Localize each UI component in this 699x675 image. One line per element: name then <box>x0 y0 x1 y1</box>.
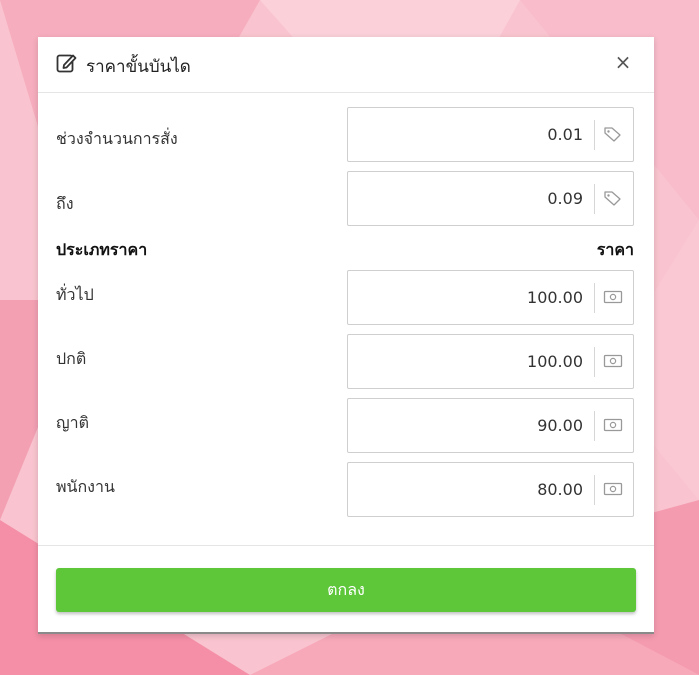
money-icon <box>603 418 623 432</box>
price-value-general[interactable]: 100.00 <box>527 288 583 307</box>
field-separator <box>594 475 595 505</box>
price-value-relative[interactable]: 90.00 <box>537 416 583 435</box>
tier-price-dialog: ราคาขั้นบันได × ช่วงจำนวนการสั่ง 0.01 ถึ… <box>38 37 654 634</box>
footer-divider <box>38 545 654 546</box>
range-from-value[interactable]: 0.01 <box>547 125 583 144</box>
price-type-header: ประเภทราคา <box>56 240 148 259</box>
price-field-relative[interactable]: 90.00 <box>347 398 634 453</box>
tag-icon <box>604 127 621 142</box>
price-label-employee: พนักงาน <box>56 477 115 496</box>
field-separator <box>594 347 595 377</box>
price-field-normal[interactable]: 100.00 <box>347 334 634 389</box>
price-header: ราคา <box>596 240 634 259</box>
tag-icon <box>604 191 621 206</box>
field-separator <box>594 283 595 313</box>
range-from-label: ช่วงจำนวนการสั่ง <box>56 129 178 148</box>
dialog-header: ราคาขั้นบันได × <box>38 37 654 93</box>
field-separator <box>594 120 595 150</box>
money-icon <box>603 354 623 368</box>
close-button[interactable]: × <box>612 50 634 74</box>
dialog-title: ราคาขั้นบันได <box>86 57 191 77</box>
price-value-employee[interactable]: 80.00 <box>537 480 583 499</box>
field-separator <box>594 184 595 214</box>
edit-icon <box>56 54 77 73</box>
money-icon <box>603 482 623 496</box>
price-label-general: ทั่วไป <box>56 285 94 304</box>
range-from-field[interactable]: 0.01 <box>347 107 634 162</box>
dialog-bottom-border <box>38 632 654 634</box>
price-value-normal[interactable]: 100.00 <box>527 352 583 371</box>
price-label-relative: ญาติ <box>56 413 90 432</box>
money-icon <box>603 290 623 304</box>
ok-button[interactable]: ตกลง <box>56 568 636 612</box>
range-to-value[interactable]: 0.09 <box>547 189 583 208</box>
price-field-general[interactable]: 100.00 <box>347 270 634 325</box>
range-to-label: ถึง <box>56 194 74 213</box>
price-field-employee[interactable]: 80.00 <box>347 462 634 517</box>
field-separator <box>594 411 595 441</box>
range-to-field[interactable]: 0.09 <box>347 171 634 226</box>
price-label-normal: ปกติ <box>56 349 87 368</box>
